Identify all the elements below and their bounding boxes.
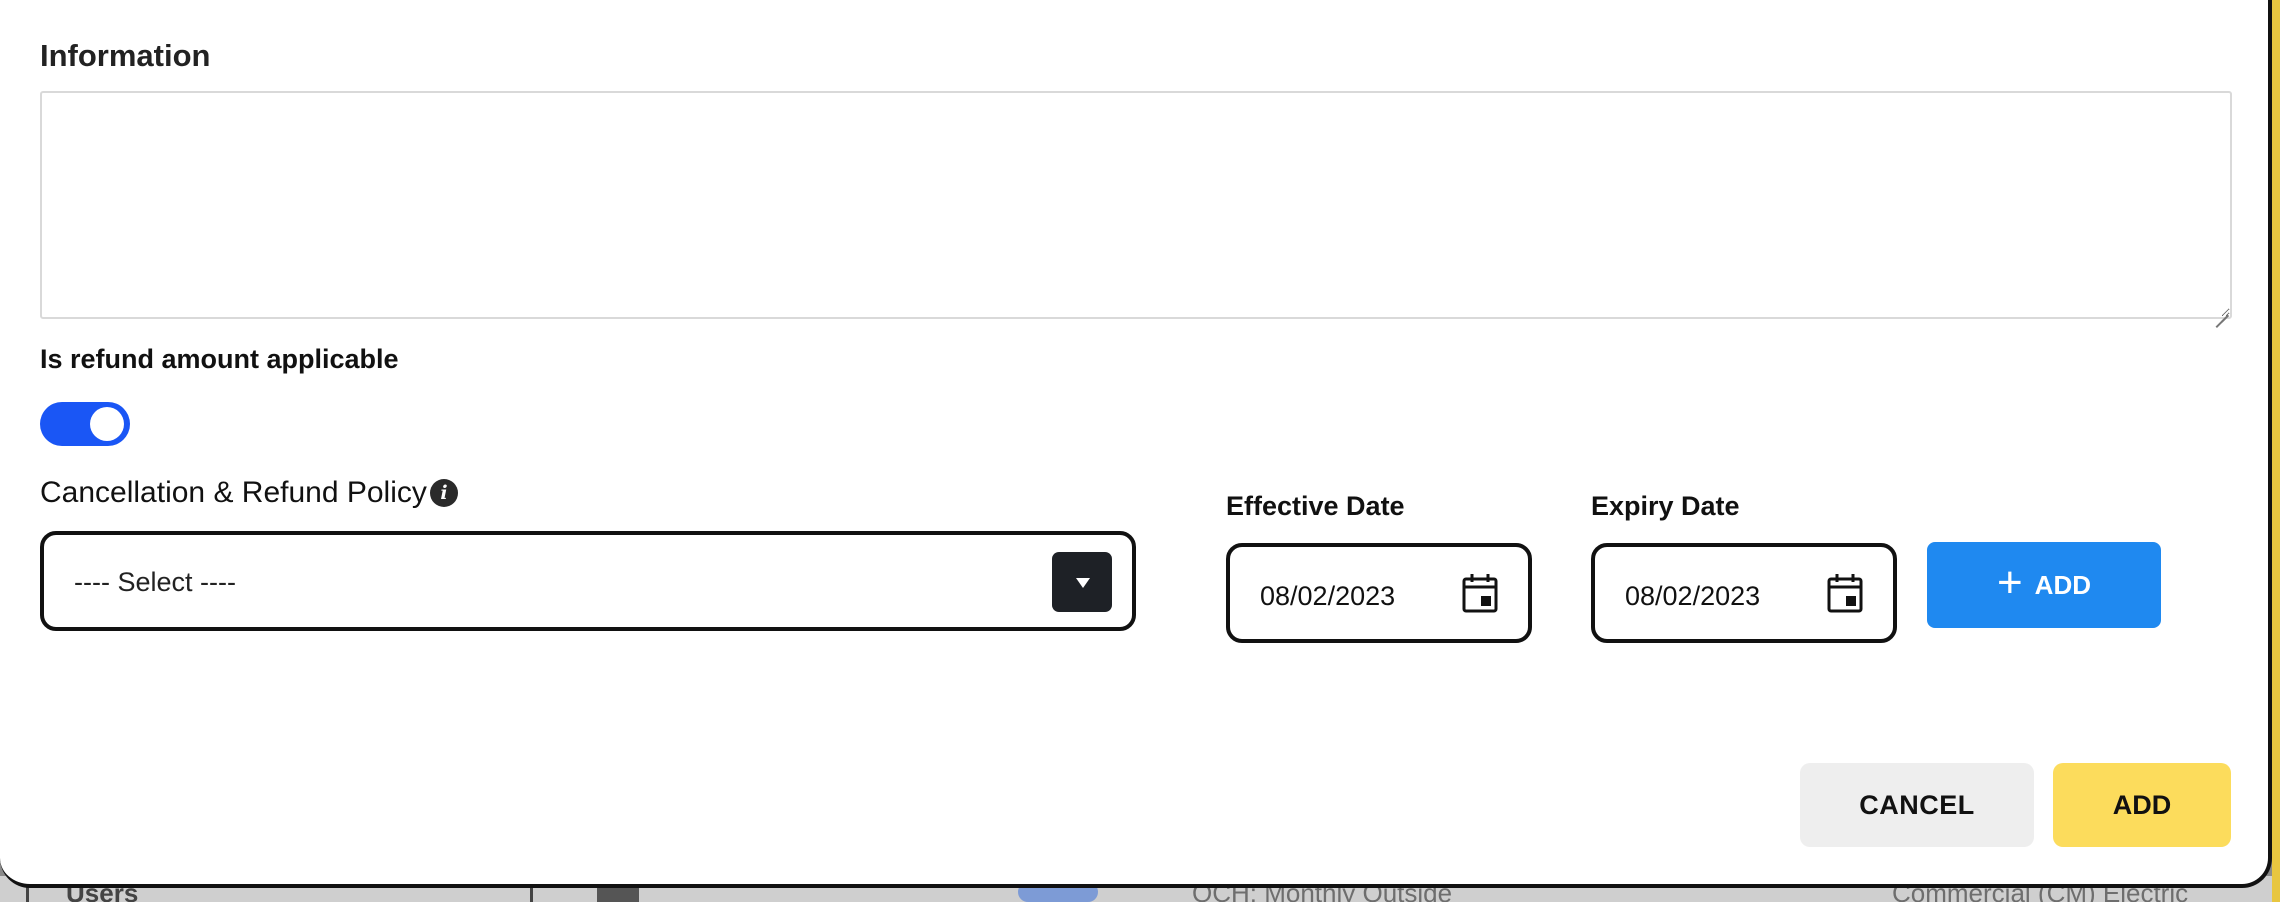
toggle-knob bbox=[90, 407, 124, 441]
info-circle-icon[interactable]: i bbox=[430, 479, 458, 507]
calendar-icon[interactable] bbox=[1827, 573, 1863, 613]
effective-date-field[interactable]: 08/02/2023 bbox=[1226, 543, 1532, 643]
add-modal: Information Is refund amount applicable … bbox=[0, 0, 2272, 888]
expiry-date-value: 08/02/2023 bbox=[1625, 581, 1761, 611]
effective-date-value: 08/02/2023 bbox=[1260, 581, 1396, 611]
policy-label: Cancellation & Refund Policy bbox=[40, 476, 427, 509]
add-row-button[interactable]: + ADD bbox=[1927, 542, 2161, 628]
plus-icon: + bbox=[1996, 558, 2023, 607]
submit-add-button[interactable]: ADD bbox=[2053, 763, 2231, 847]
policy-select-value: ---- Select ---- bbox=[74, 567, 236, 597]
background-edge bbox=[2272, 0, 2280, 902]
effective-date-label: Effective Date bbox=[1226, 491, 1405, 521]
information-label: Information bbox=[40, 38, 211, 73]
chevron-down-icon[interactable] bbox=[1052, 552, 1112, 612]
resize-handle-icon[interactable] bbox=[2215, 302, 2229, 316]
policy-select[interactable]: ---- Select ---- bbox=[40, 531, 1136, 631]
add-row-label: ADD bbox=[2034, 569, 2092, 600]
cancel-button[interactable]: CANCEL bbox=[1800, 763, 2034, 847]
expiry-date-label: Expiry Date bbox=[1591, 491, 1740, 521]
expiry-date-field[interactable]: 08/02/2023 bbox=[1591, 543, 1897, 643]
refund-applicable-label: Is refund amount applicable bbox=[40, 344, 399, 374]
refund-applicable-toggle[interactable] bbox=[40, 402, 130, 446]
information-textarea[interactable] bbox=[40, 91, 2232, 319]
calendar-icon[interactable] bbox=[1462, 573, 1498, 613]
